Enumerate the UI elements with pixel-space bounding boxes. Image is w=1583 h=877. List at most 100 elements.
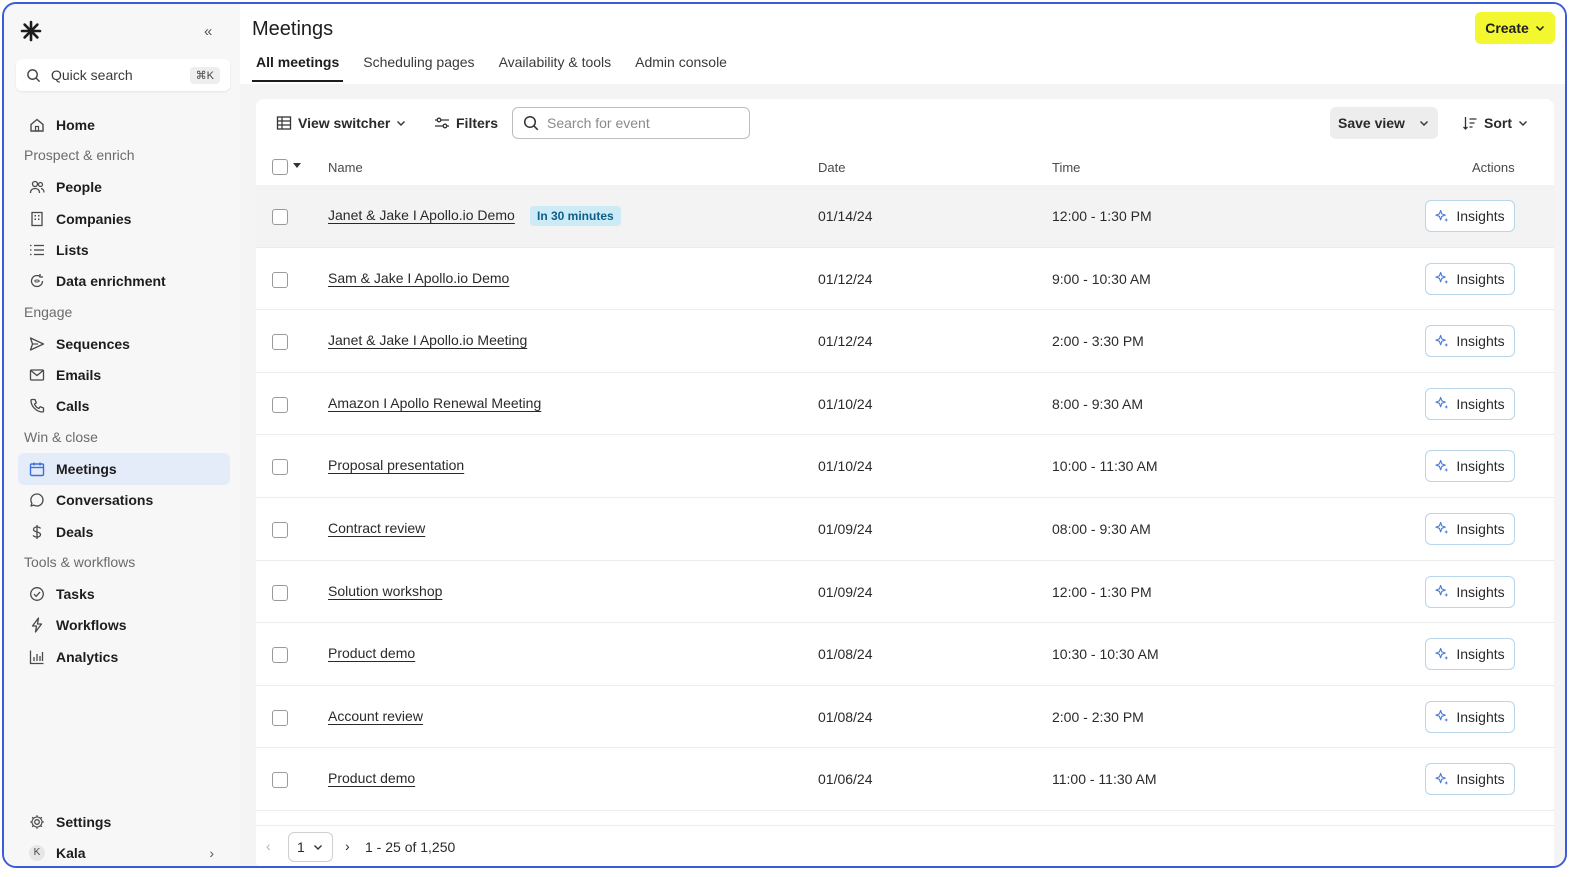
meeting-name-link[interactable]: Contract review [328,520,425,536]
tab-admin-console[interactable]: Admin console [631,48,731,82]
user-menu[interactable]: K Kala › [18,837,230,866]
sidebar-item-data-enrichment[interactable]: Data enrichment [18,265,230,296]
insights-label: Insights [1456,270,1505,287]
insights-button[interactable]: Insights [1425,325,1515,358]
sidebar: « Quick search ⌘K Home Prospect & enrich… [4,4,240,866]
row-checkbox[interactable] [272,521,288,538]
caret-down-icon[interactable] [293,163,301,169]
meeting-name-link[interactable]: Sam & Jake I Apollo.io Demo [328,270,509,286]
table-row[interactable]: Account review 01/08/24 2:00 - 2:30 PM Insi… [256,686,1554,749]
insights-label: Insights [1456,708,1505,725]
row-checkbox[interactable] [272,584,288,601]
save-view-button[interactable]: Save view [1330,107,1438,139]
insights-button[interactable]: Insights [1425,450,1515,483]
table-row[interactable]: Janet & Jake I Apollo.io Demo In 30 minut… [256,185,1554,248]
sidebar-item-workflows[interactable]: Workflows [18,610,230,641]
table-row[interactable]: Product demo 01/06/24 11:00 - 11:30 AM Insi… [256,748,1554,811]
sidebar-item-analytics[interactable]: Analytics [18,641,230,672]
column-header-date[interactable]: Date [818,160,845,175]
meeting-name-link[interactable]: Proposal presentation [328,457,464,473]
sort-button[interactable]: Sort [1462,107,1528,139]
insights-label: Insights [1456,520,1505,537]
meeting-name-link[interactable]: Account review [328,708,423,724]
insights-button[interactable]: Insights [1425,512,1515,545]
meeting-name-link[interactable]: Janet & Jake I Apollo.io Meeting [328,332,527,348]
quick-search-label: Quick search [51,67,133,83]
sidebar-item-sequences[interactable]: Sequences [18,328,230,359]
quick-search[interactable]: Quick search ⌘K [16,59,230,91]
view-switcher-button[interactable]: View switcher [276,109,406,137]
row-checkbox[interactable] [272,459,288,476]
sidebar-item-conversations[interactable]: Conversations [18,485,230,516]
event-search [512,107,750,139]
sparkle-icon [1435,772,1449,785]
table-row[interactable]: Solution workshop 01/09/24 12:00 - 1:30 PM… [256,561,1554,624]
meeting-name-link[interactable]: Product demo [328,645,415,661]
search-input[interactable] [547,115,727,131]
insights-button[interactable]: Insights [1425,387,1515,420]
section-label-tools: Tools & workflows [24,554,136,571]
tab-all-meetings[interactable]: All meetings [252,48,344,82]
create-button[interactable]: Create [1475,12,1555,44]
row-checkbox[interactable] [272,334,288,351]
meeting-date: 01/14/24 [818,208,873,224]
row-checkbox[interactable] [272,271,288,288]
chevron-down-icon[interactable] [1418,115,1430,131]
page-select[interactable]: 1 [288,832,333,862]
insights-button[interactable]: Insights [1425,638,1515,671]
column-header-name[interactable]: Name [328,160,363,175]
table-row[interactable]: Janet & Jake I Apollo.io Meeting 01/12/24… [256,310,1554,373]
sidebar-item-settings[interactable]: Settings [18,806,230,837]
double-chevron-left-icon[interactable]: « [204,23,212,40]
insights-button[interactable]: Insights [1425,700,1515,733]
table-row[interactable]: Product demo 01/08/24 10:30 - 10:30 AM Insi… [256,623,1554,686]
sidebar-item-tasks[interactable]: Tasks [18,578,230,609]
row-checkbox[interactable] [272,647,288,664]
sidebar-item-label: People [56,179,102,196]
column-header-time[interactable]: Time [1052,160,1080,175]
sidebar-item-label: Workflows [56,617,127,634]
meeting-name-link[interactable]: Product demo [328,770,415,786]
select-all-checkbox[interactable] [272,159,288,175]
sidebar-item-home[interactable]: Home [18,109,230,140]
row-checkbox[interactable] [272,772,288,789]
meeting-name-link[interactable]: Amazon I Apollo Renewal Meeting [328,395,541,411]
tab-bar: All meetings Scheduling pages Availabili… [252,48,747,82]
filters-button[interactable]: Filters [434,109,498,137]
sidebar-bottom: Settings K Kala › [4,806,240,866]
pagination: ‹ 1 › 1 - 25 of 1,250 [256,825,1554,865]
chevron-right-icon[interactable]: › [345,838,350,854]
section-label-win: Win & close [24,428,98,445]
sparkle-icon [1435,397,1449,410]
bar-chart-icon [28,648,46,666]
insights-button[interactable]: Insights [1425,763,1515,796]
tab-availability-tools[interactable]: Availability & tools [495,48,616,82]
sidebar-item-people[interactable]: People [18,172,230,203]
meeting-name-link[interactable]: Janet & Jake I Apollo.io Demo [328,207,515,223]
view-switcher-label: View switcher [298,115,391,131]
sidebar-item-meetings[interactable]: Meetings [18,453,230,485]
sidebar-item-companies[interactable]: Companies [18,203,230,234]
table-row[interactable]: Proposal presentation 01/10/24 10:00 - 11:… [256,435,1554,498]
insights-button[interactable]: Insights [1425,575,1515,608]
refresh-database-icon [28,272,46,290]
asterisk-logo-icon[interactable] [20,20,42,42]
tab-scheduling-pages[interactable]: Scheduling pages [359,48,478,82]
insights-button[interactable]: Insights [1425,262,1515,295]
meeting-date: 01/12/24 [818,333,873,350]
meeting-time: 12:00 - 1:30 PM [1052,208,1152,224]
row-checkbox[interactable] [272,209,288,225]
sidebar-item-lists[interactable]: Lists [18,234,230,265]
row-checkbox[interactable] [272,709,288,726]
meeting-name-link[interactable]: Solution workshop [328,583,442,599]
table-row[interactable]: Contract review 01/09/24 08:00 - 9:30 AM In… [256,498,1554,561]
sidebar-item-calls[interactable]: Calls [18,391,230,422]
table-row[interactable]: Amazon I Apollo Renewal Meeting 01/10/24 8… [256,373,1554,436]
row-checkbox[interactable] [272,396,288,413]
sidebar-item-deals[interactable]: Deals [18,516,230,547]
table-row[interactable]: Sam & Jake I Apollo.io Demo 01/12/24 9:00 … [256,248,1554,311]
insights-button[interactable]: Insights [1425,200,1515,232]
table-grid-icon [276,116,292,130]
chevron-left-icon[interactable]: ‹ [266,838,271,854]
sidebar-item-emails[interactable]: Emails [18,359,230,390]
